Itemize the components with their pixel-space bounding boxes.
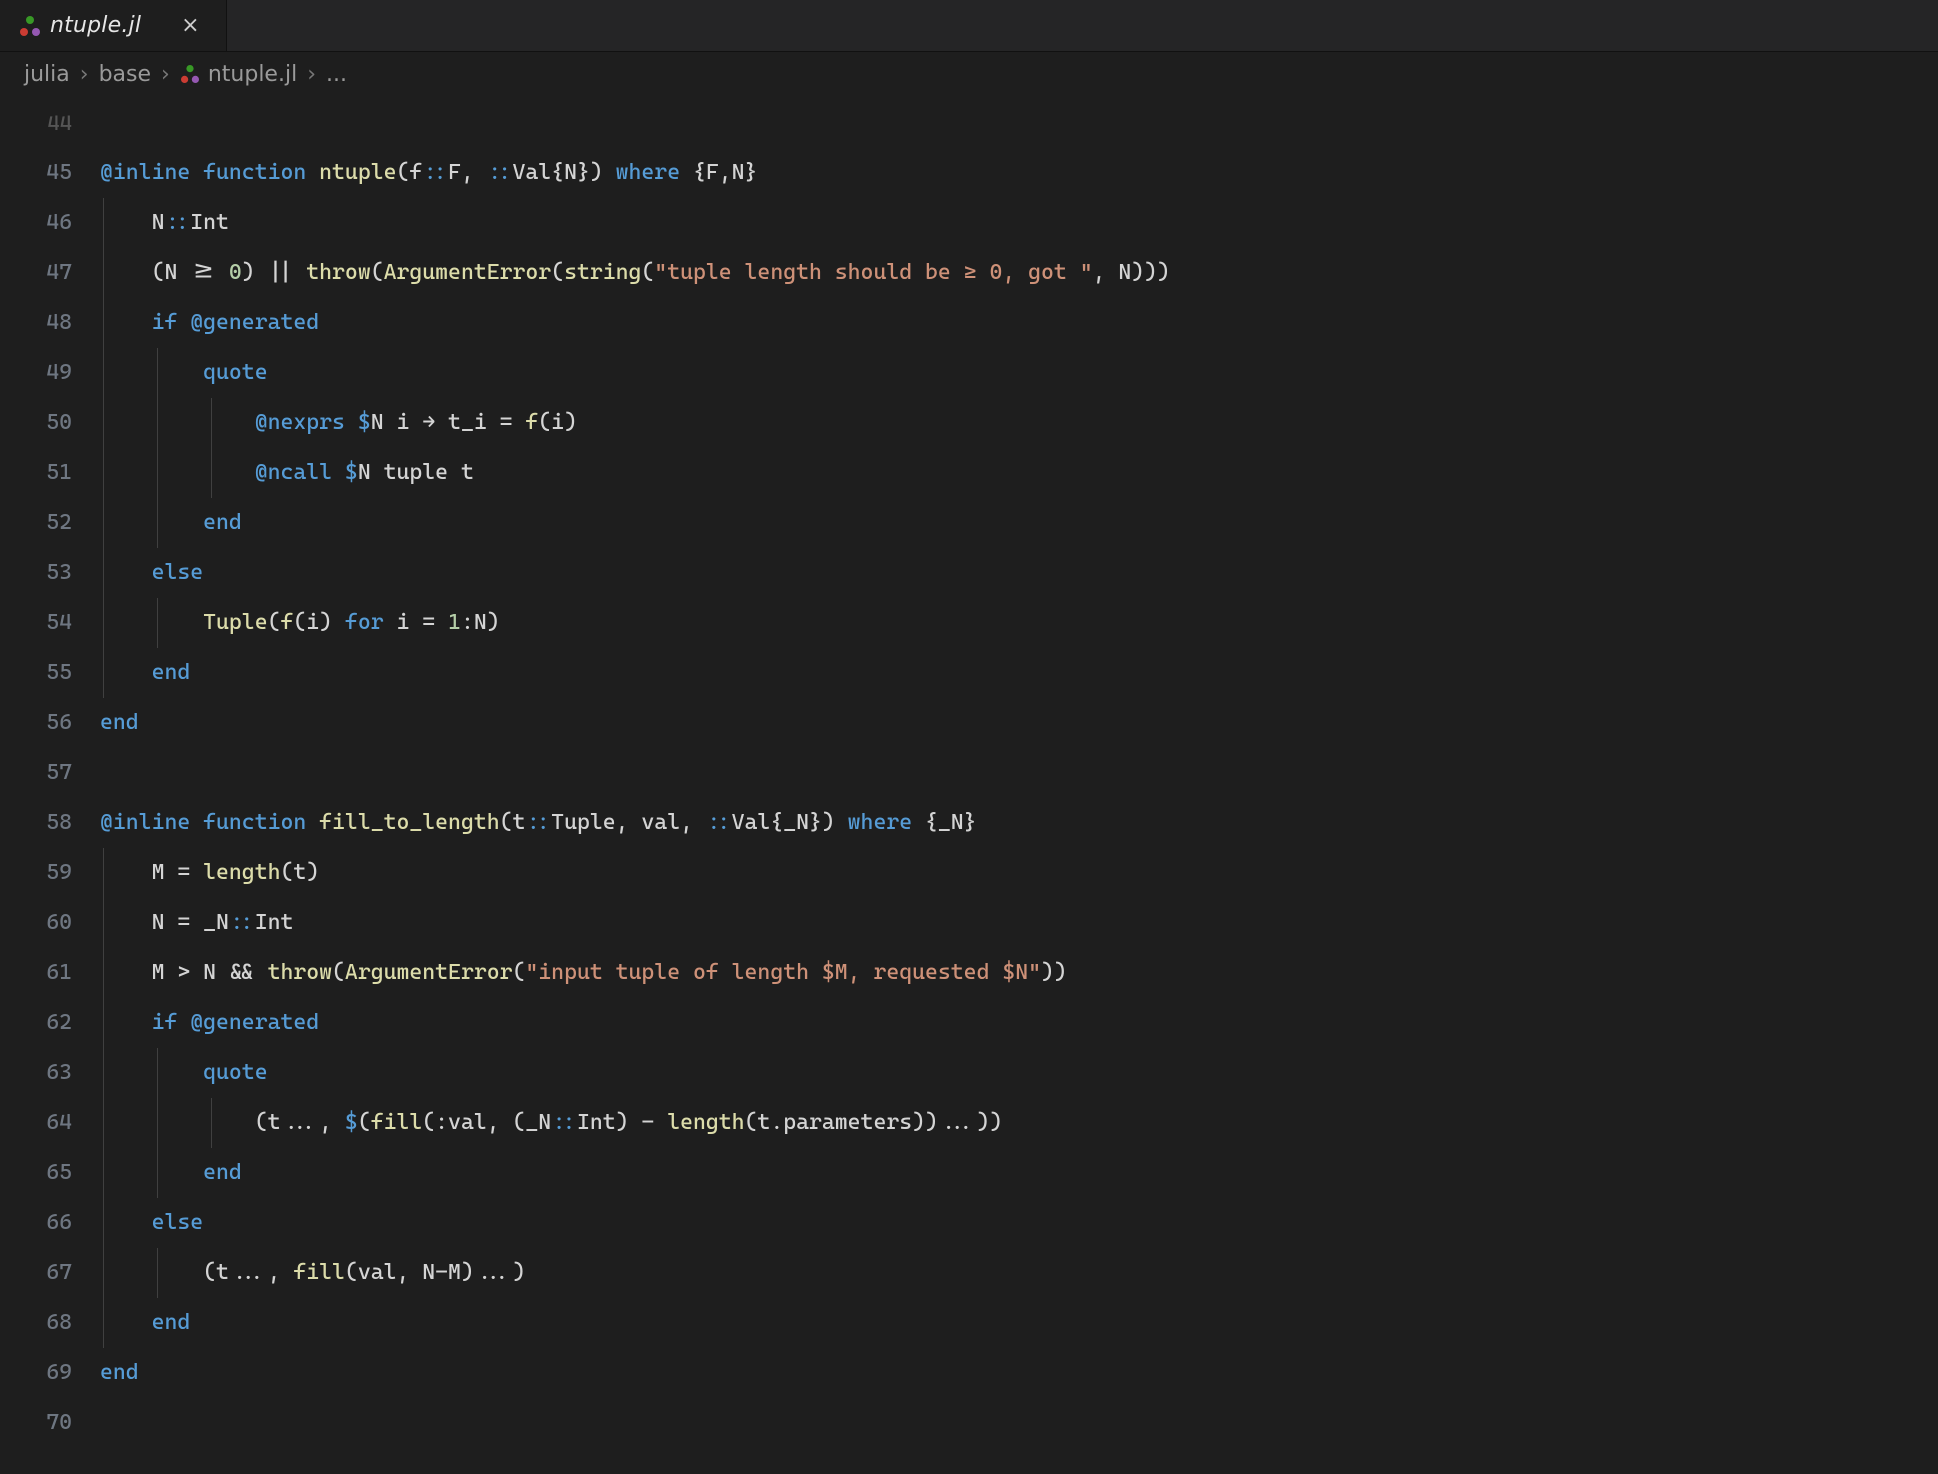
- julia-icon: [181, 65, 199, 83]
- line-number: 58: [0, 798, 72, 848]
- line-number: 52: [0, 498, 72, 548]
- code-line[interactable]: @inline function fill_to_length(t::Tuple…: [100, 798, 1938, 848]
- code-line[interactable]: else: [100, 548, 1938, 598]
- chevron-right-icon: ›: [303, 58, 320, 91]
- code-text: end: [100, 710, 139, 735]
- code-text: (N >= 0) || throw(ArgumentError(string("…: [100, 260, 1170, 285]
- line-number: 46: [0, 198, 72, 248]
- code-line[interactable]: @ncall $N tuple t: [100, 448, 1938, 498]
- code-text: quote: [100, 360, 268, 385]
- code-line[interactable]: quote: [100, 1048, 1938, 1098]
- code-text: else: [100, 1210, 203, 1235]
- tab-ntuple[interactable]: ntuple.jl ×: [0, 0, 227, 51]
- line-number: 49: [0, 348, 72, 398]
- code-text: end: [100, 510, 242, 535]
- code-line[interactable]: N::Int: [100, 198, 1938, 248]
- code-line[interactable]: (t..., $(fill(:val, (_N::Int) - length(t…: [100, 1098, 1938, 1148]
- line-number: 56: [0, 698, 72, 748]
- line-number: 66: [0, 1198, 72, 1248]
- code-line[interactable]: end: [100, 1298, 1938, 1348]
- code-text: M > N && throw(ArgumentError("input tupl…: [100, 960, 1067, 985]
- code-line[interactable]: [100, 98, 1938, 148]
- line-number-gutter: 4445464748495051525354555657585960616263…: [0, 98, 100, 1474]
- code-text: else: [100, 560, 203, 585]
- line-number: 44: [0, 98, 72, 148]
- breadcrumb-file[interactable]: ntuple.jl: [208, 58, 297, 91]
- code-line[interactable]: end: [100, 1148, 1938, 1198]
- code-text: end: [100, 1310, 190, 1335]
- line-number: 63: [0, 1048, 72, 1098]
- code-line[interactable]: quote: [100, 348, 1938, 398]
- code-text: if @generated: [100, 310, 319, 335]
- line-number: 60: [0, 898, 72, 948]
- code-line[interactable]: @nexprs $N i → t_i = f(i): [100, 398, 1938, 448]
- code-text: end: [100, 660, 190, 685]
- code-line[interactable]: Tuple(f(i) for i = 1:N): [100, 598, 1938, 648]
- line-number: 62: [0, 998, 72, 1048]
- line-number: 50: [0, 398, 72, 448]
- line-number: 70: [0, 1398, 72, 1448]
- code-line[interactable]: if @generated: [100, 298, 1938, 348]
- tab-title: ntuple.jl: [50, 9, 141, 42]
- line-number: 69: [0, 1348, 72, 1398]
- code-editor[interactable]: 4445464748495051525354555657585960616263…: [0, 96, 1938, 1474]
- line-number: 45: [0, 148, 72, 198]
- line-number: 57: [0, 748, 72, 798]
- breadcrumb-tail[interactable]: ...: [326, 58, 347, 91]
- code-line[interactable]: end: [100, 498, 1938, 548]
- breadcrumb-segment[interactable]: julia: [24, 58, 70, 91]
- code-line[interactable]: (t..., fill(val, N-M)...): [100, 1248, 1938, 1298]
- tab-bar: ntuple.jl ×: [0, 0, 1938, 52]
- code-line[interactable]: [100, 748, 1938, 798]
- julia-icon: [20, 16, 40, 36]
- chevron-right-icon: ›: [76, 58, 93, 91]
- line-number: 59: [0, 848, 72, 898]
- code-text: Tuple(f(i) for i = 1:N): [100, 610, 500, 635]
- code-text: (t..., $(fill(:val, (_N::Int) - length(t…: [100, 1110, 1002, 1135]
- code-line[interactable]: if @generated: [100, 998, 1938, 1048]
- code-line[interactable]: end: [100, 698, 1938, 748]
- line-number: 64: [0, 1098, 72, 1148]
- breadcrumb-segment[interactable]: base: [99, 58, 151, 91]
- line-number: 48: [0, 298, 72, 348]
- code-line[interactable]: [100, 1398, 1938, 1448]
- code-text: M = length(t): [100, 860, 319, 885]
- code-area[interactable]: @inline function ntuple(f::F, ::Val{N}) …: [100, 98, 1938, 1474]
- line-number: 61: [0, 948, 72, 998]
- code-text: N = _N::Int: [100, 910, 293, 935]
- code-text: N::Int: [100, 210, 229, 235]
- code-text: end: [100, 1360, 139, 1385]
- code-line[interactable]: end: [100, 648, 1938, 698]
- code-line[interactable]: @inline function ntuple(f::F, ::Val{N}) …: [100, 148, 1938, 198]
- code-text: end: [100, 1160, 242, 1185]
- line-number: 47: [0, 248, 72, 298]
- chevron-right-icon: ›: [157, 58, 174, 91]
- line-number: 65: [0, 1148, 72, 1198]
- code-line[interactable]: M = length(t): [100, 848, 1938, 898]
- line-number: 55: [0, 648, 72, 698]
- code-line[interactable]: (N >= 0) || throw(ArgumentError(string("…: [100, 248, 1938, 298]
- breadcrumb[interactable]: julia › base › ntuple.jl › ...: [0, 52, 1938, 96]
- code-text: (t..., fill(val, N-M)...): [100, 1260, 525, 1285]
- code-text: quote: [100, 1060, 268, 1085]
- code-text: if @generated: [100, 1010, 319, 1035]
- code-text: @inline function fill_to_length(t::Tuple…: [100, 810, 977, 835]
- close-icon[interactable]: ×: [181, 15, 199, 37]
- code-line[interactable]: end: [100, 1348, 1938, 1398]
- code-text: @nexprs $N i → t_i = f(i): [100, 410, 577, 435]
- line-number: 53: [0, 548, 72, 598]
- code-line[interactable]: N = _N::Int: [100, 898, 1938, 948]
- line-number: 67: [0, 1248, 72, 1298]
- code-text: @inline function ntuple(f::F, ::Val{N}) …: [100, 160, 757, 185]
- line-number: 54: [0, 598, 72, 648]
- line-number: 51: [0, 448, 72, 498]
- code-line[interactable]: M > N && throw(ArgumentError("input tupl…: [100, 948, 1938, 998]
- code-text: @ncall $N tuple t: [100, 460, 474, 485]
- code-line[interactable]: else: [100, 1198, 1938, 1248]
- line-number: 68: [0, 1298, 72, 1348]
